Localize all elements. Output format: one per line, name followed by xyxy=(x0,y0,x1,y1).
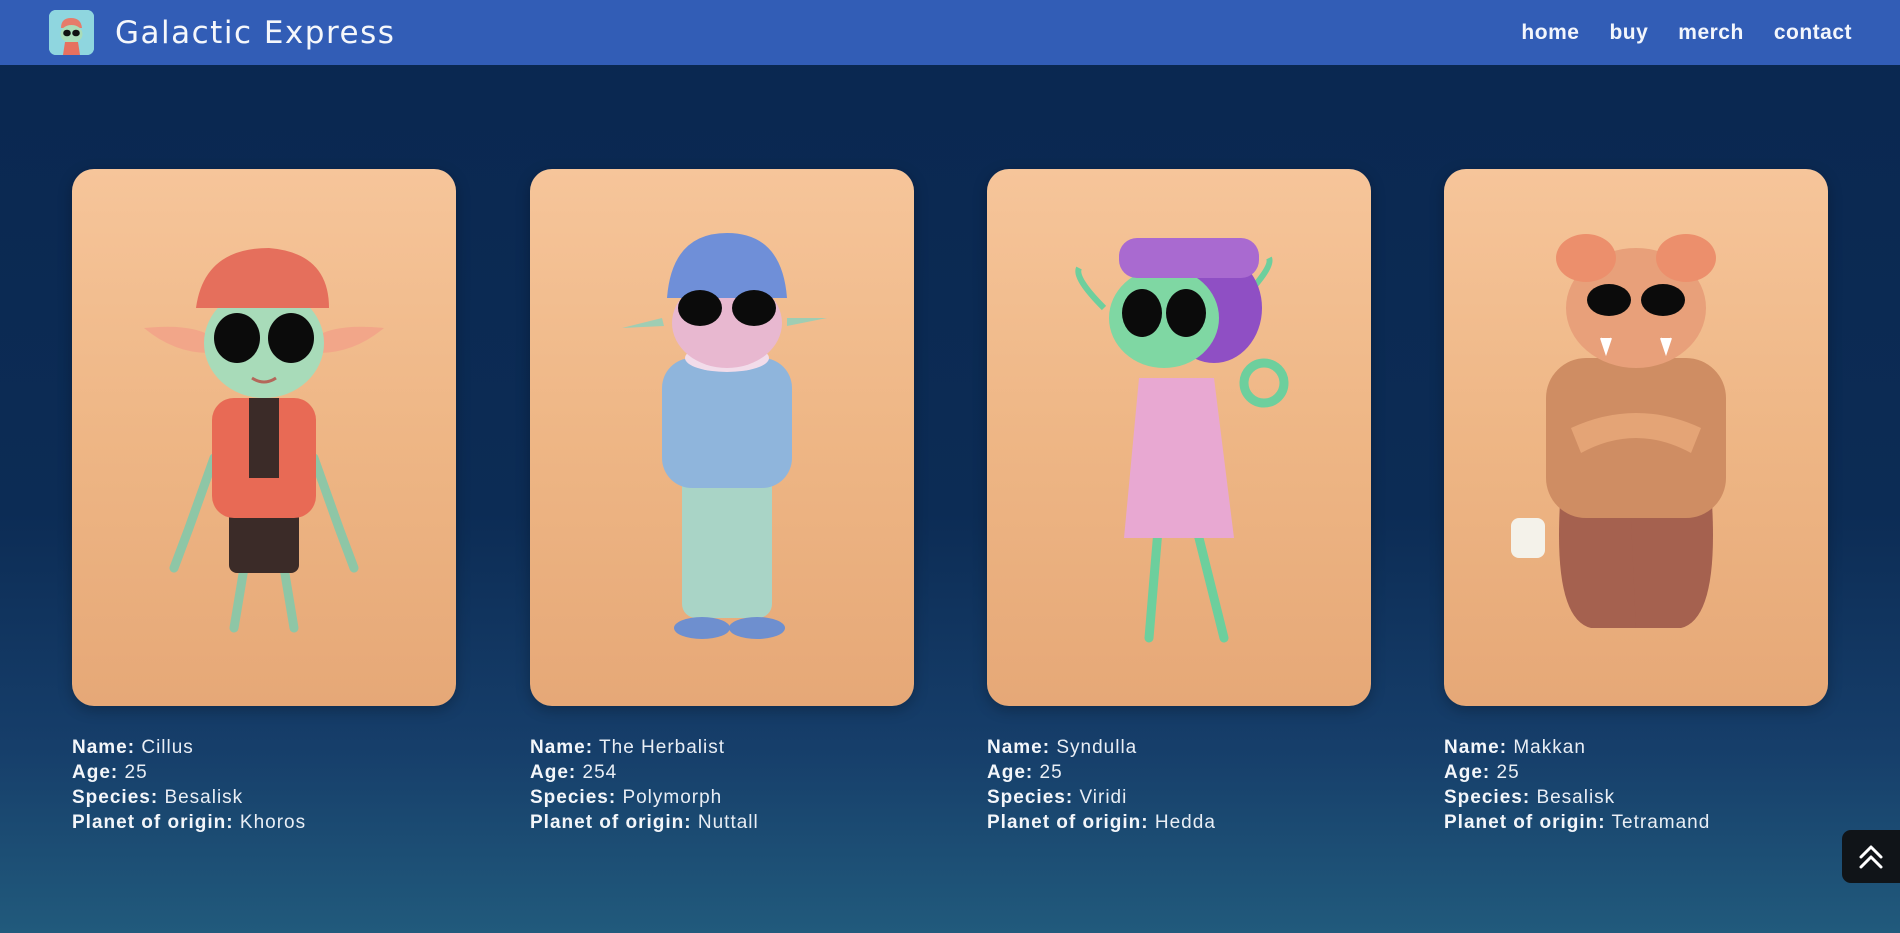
character-card: Name: The Herbalist Age: 254 Species: Po… xyxy=(530,169,914,835)
name-value: Makkan xyxy=(1513,737,1586,758)
name-label: Name: xyxy=(987,737,1051,758)
alien-makkan-image xyxy=(1511,233,1726,628)
character-info: Name: The Herbalist Age: 254 Species: Po… xyxy=(530,735,914,835)
species-value: Polymorph xyxy=(622,787,723,808)
character-image-frame[interactable] xyxy=(530,169,914,706)
species-label: Species: xyxy=(987,787,1074,808)
info-planet: Planet of origin: Nuttall xyxy=(530,810,914,835)
nav-buy[interactable]: buy xyxy=(1609,21,1648,45)
character-info: Name: Syndulla Age: 25 Species: Viridi P… xyxy=(987,735,1371,835)
planet-label: Planet of origin: xyxy=(530,812,692,833)
species-label: Species: xyxy=(72,787,159,808)
age-value: 25 xyxy=(124,762,148,783)
age-label: Age: xyxy=(987,762,1034,783)
info-species: Species: Besalisk xyxy=(1444,785,1828,810)
alien-logo-icon[interactable] xyxy=(49,10,94,55)
alien-herbalist-image xyxy=(622,232,827,639)
info-species: Species: Viridi xyxy=(987,785,1371,810)
info-name: Name: Syndulla xyxy=(987,735,1371,760)
name-value: Cillus xyxy=(141,737,194,758)
species-value: Viridi xyxy=(1079,787,1128,808)
age-value: 25 xyxy=(1496,762,1520,783)
alien-cillus-image xyxy=(144,247,384,632)
name-label: Name: xyxy=(1444,737,1508,758)
character-image-frame[interactable] xyxy=(987,169,1371,706)
info-name: Name: Makkan xyxy=(1444,735,1828,760)
nav-merch[interactable]: merch xyxy=(1678,21,1744,45)
info-planet: Planet of origin: Hedda xyxy=(987,810,1371,835)
brand[interactable]: Galactic Express xyxy=(49,10,395,55)
main-nav: home buy merch contact xyxy=(1491,0,1852,65)
age-label: Age: xyxy=(1444,762,1491,783)
character-card: Name: Cillus Age: 25 Species: Besalisk P… xyxy=(72,169,456,835)
info-species: Species: Polymorph xyxy=(530,785,914,810)
planet-label: Planet of origin: xyxy=(72,812,234,833)
age-value: 254 xyxy=(582,762,618,783)
navbar: Galactic Express home buy merch contact xyxy=(0,0,1900,65)
character-card: Name: Syndulla Age: 25 Species: Viridi P… xyxy=(987,169,1371,835)
planet-label: Planet of origin: xyxy=(1444,812,1606,833)
species-label: Species: xyxy=(530,787,617,808)
scroll-to-top-button[interactable] xyxy=(1842,830,1900,883)
species-label: Species: xyxy=(1444,787,1531,808)
species-value: Besalisk xyxy=(1536,787,1616,808)
info-species: Species: Besalisk xyxy=(72,785,456,810)
info-planet: Planet of origin: Tetramand xyxy=(1444,810,1828,835)
age-label: Age: xyxy=(72,762,119,783)
name-value: Syndulla xyxy=(1056,737,1138,758)
info-age: Age: 25 xyxy=(987,760,1371,785)
planet-value: Nuttall xyxy=(697,812,759,833)
age-label: Age: xyxy=(530,762,577,783)
info-age: Age: 25 xyxy=(1444,760,1828,785)
character-image-frame[interactable] xyxy=(72,169,456,706)
double-chevron-up-icon xyxy=(1856,842,1886,872)
info-planet: Planet of origin: Khoros xyxy=(72,810,456,835)
info-age: Age: 254 xyxy=(530,760,914,785)
character-card: Name: Makkan Age: 25 Species: Besalisk P… xyxy=(1444,169,1828,835)
character-info: Name: Makkan Age: 25 Species: Besalisk P… xyxy=(1444,735,1828,835)
name-value: The Herbalist xyxy=(599,737,726,758)
brand-title[interactable]: Galactic Express xyxy=(115,15,395,51)
nav-contact[interactable]: contact xyxy=(1774,21,1852,45)
planet-value: Tetramand xyxy=(1611,812,1711,833)
character-image-frame[interactable] xyxy=(1444,169,1828,706)
planet-value: Khoros xyxy=(239,812,307,833)
name-label: Name: xyxy=(72,737,136,758)
nav-home[interactable]: home xyxy=(1521,21,1579,45)
age-value: 25 xyxy=(1039,762,1063,783)
alien-syndulla-image xyxy=(1075,237,1289,642)
info-age: Age: 25 xyxy=(72,760,456,785)
planet-value: Hedda xyxy=(1154,812,1216,833)
name-label: Name: xyxy=(530,737,594,758)
info-name: Name: The Herbalist xyxy=(530,735,914,760)
species-value: Besalisk xyxy=(164,787,244,808)
character-info: Name: Cillus Age: 25 Species: Besalisk P… xyxy=(72,735,456,835)
planet-label: Planet of origin: xyxy=(987,812,1149,833)
info-name: Name: Cillus xyxy=(72,735,456,760)
